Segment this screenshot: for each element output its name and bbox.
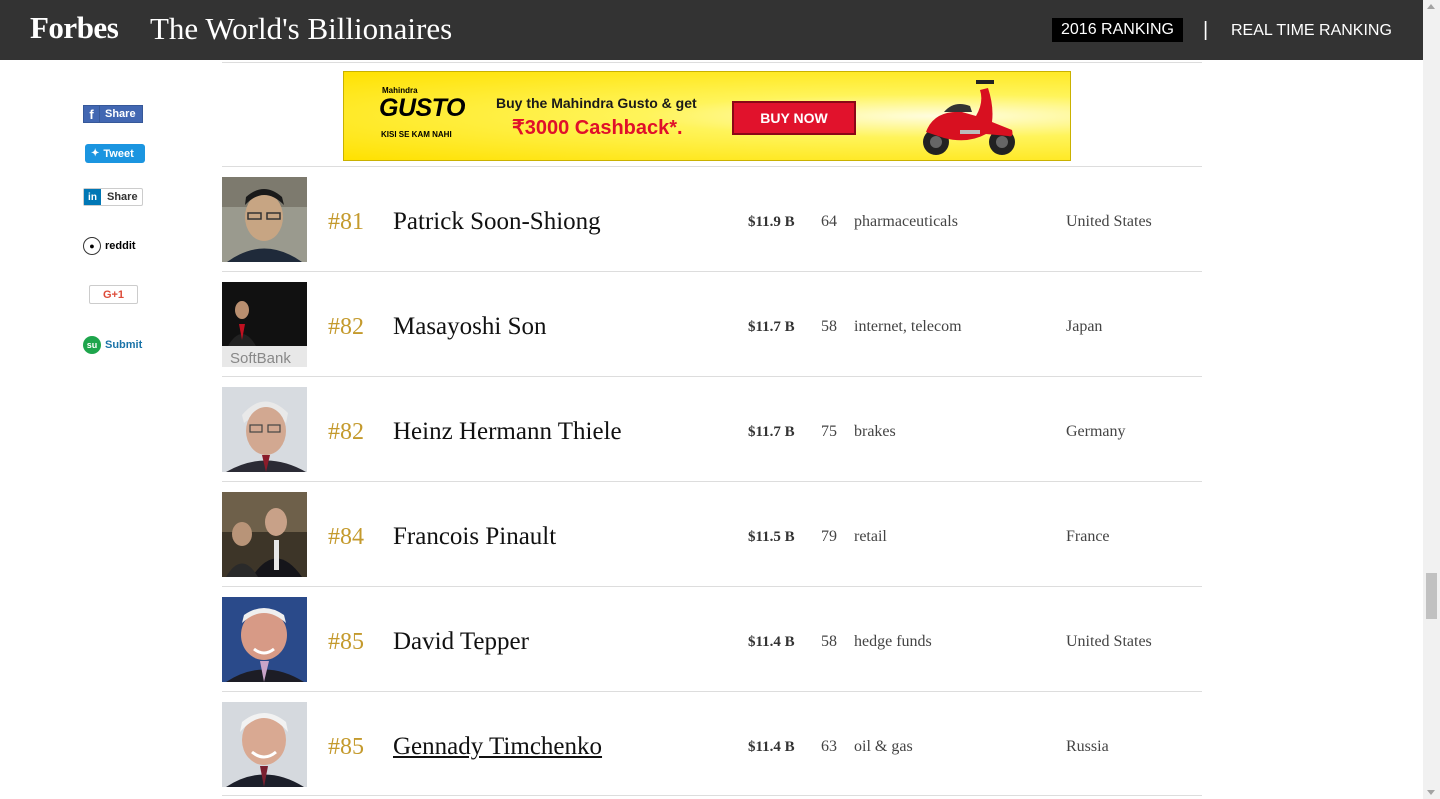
twitter-tweet-button[interactable]: ✦ Tweet: [85, 144, 145, 163]
stumbleupon-submit-button[interactable]: su Submit: [83, 335, 145, 355]
ad-cashback-offer: ₹3000 Cashback*.: [512, 117, 683, 139]
ad-banner[interactable]: Mahindra GUSTO KISI SE KAM NAHI Buy the …: [343, 71, 1071, 161]
age: 64: [821, 213, 837, 230]
divider: [222, 62, 1202, 63]
scooter-image: [923, 80, 1015, 155]
person-photo[interactable]: [222, 492, 307, 577]
net-worth: $11.4 B: [748, 739, 795, 755]
google-plus-button[interactable]: G+1: [89, 285, 138, 304]
top-header: Forbes The World's Billionaires 2016 RAN…: [0, 0, 1423, 60]
list-item[interactable]: #82 Heinz Hermann Thiele $11.7 B 75 brak…: [222, 376, 1202, 481]
person-name-link[interactable]: Masayoshi Son: [393, 313, 546, 341]
net-worth: $11.7 B: [748, 319, 795, 335]
age: 58: [821, 633, 837, 650]
linkedin-share-button[interactable]: in Share: [83, 188, 143, 206]
person-name-link[interactable]: Patrick Soon-Shiong: [393, 208, 601, 236]
rank: #84: [328, 524, 364, 550]
reddit-button[interactable]: ● reddit: [83, 236, 143, 256]
nav-separator: |: [1203, 19, 1209, 41]
list-item[interactable]: #85 David Tepper $11.4 B 58 hedge funds …: [222, 586, 1202, 691]
nav-2016-ranking[interactable]: 2016 RANKING: [1052, 18, 1183, 42]
rank: #81: [328, 209, 364, 235]
stumbleupon-label: Submit: [105, 339, 143, 351]
facebook-share-label: Share: [105, 108, 136, 120]
net-worth: $11.4 B: [748, 634, 795, 650]
net-worth: $11.5 B: [748, 529, 795, 545]
scrollbar-thumb[interactable]: [1426, 573, 1437, 619]
country: Russia: [1066, 738, 1109, 755]
person-photo[interactable]: [222, 387, 307, 472]
ad-tagline: KISI SE KAM NAHI: [381, 130, 452, 139]
wealth-source: oil & gas: [854, 738, 913, 755]
age: 79: [821, 528, 837, 545]
age: 58: [821, 318, 837, 335]
twitter-tweet-label: Tweet: [103, 147, 134, 160]
twitter-bird-icon: ✦: [91, 148, 100, 159]
country: Japan: [1066, 318, 1103, 335]
person-photo[interactable]: SoftBank: [222, 282, 307, 367]
reddit-label: reddit: [105, 240, 136, 252]
ad-headline: Buy the Mahindra Gusto & get: [496, 95, 697, 111]
ad-buy-now-button[interactable]: BUY NOW: [732, 101, 856, 135]
country: France: [1066, 528, 1110, 545]
person-name-link[interactable]: Heinz Hermann Thiele: [393, 418, 622, 446]
softbank-logo: SoftBank: [230, 350, 291, 367]
linkedin-icon: in: [84, 189, 101, 205]
country: United States: [1066, 213, 1152, 230]
wealth-source: hedge funds: [854, 633, 932, 650]
person-name-link[interactable]: Gennady Timchenko: [393, 733, 602, 761]
google-plus-label: G+1: [102, 288, 125, 301]
reddit-alien-icon: ●: [83, 237, 101, 255]
net-worth: $11.9 B: [748, 214, 795, 230]
billionaire-list: #81 Patrick Soon-Shiong $11.9 B 64 pharm…: [222, 166, 1202, 796]
rank: #85: [328, 734, 364, 760]
age: 75: [821, 423, 837, 440]
list-item[interactable]: #84 Francois Pinault $11.5 B 79 retail F…: [222, 481, 1202, 586]
forbes-logo[interactable]: Forbes: [30, 10, 119, 46]
scroll-up-arrow-icon[interactable]: [1427, 4, 1435, 9]
wealth-source: retail: [854, 528, 887, 545]
facebook-share-button[interactable]: f Share: [83, 105, 143, 123]
country: Germany: [1066, 423, 1126, 440]
list-item[interactable]: #81 Patrick Soon-Shiong $11.9 B 64 pharm…: [222, 166, 1202, 271]
facebook-icon: f: [84, 106, 100, 122]
person-photo[interactable]: [222, 177, 307, 262]
wealth-source: pharmaceuticals: [854, 213, 958, 230]
ad-brand-logo: GUSTO: [379, 94, 465, 122]
page-title: The World's Billionaires: [150, 11, 453, 46]
vertical-scrollbar[interactable]: [1423, 0, 1440, 799]
scroll-down-arrow-icon[interactable]: [1427, 790, 1435, 795]
wealth-source: internet, telecom: [854, 318, 962, 335]
person-name-link[interactable]: David Tepper: [393, 628, 529, 656]
person-photo[interactable]: [222, 597, 307, 682]
person-name-link[interactable]: Francois Pinault: [393, 523, 556, 551]
net-worth: $11.7 B: [748, 424, 795, 440]
rank: #82: [328, 314, 364, 340]
wealth-source: brakes: [854, 423, 896, 440]
rank: #85: [328, 629, 364, 655]
country: United States: [1066, 633, 1152, 650]
list-item[interactable]: SoftBank #82 Masayoshi Son $11.7 B 58 in…: [222, 271, 1202, 376]
list-item[interactable]: #85 Gennady Timchenko $11.4 B 63 oil & g…: [222, 691, 1202, 796]
linkedin-share-label: Share: [107, 191, 138, 203]
age: 63: [821, 738, 837, 755]
stumbleupon-icon: su: [83, 336, 101, 354]
person-photo[interactable]: [222, 702, 307, 787]
rank: #82: [328, 419, 364, 445]
nav-real-time-ranking[interactable]: REAL TIME RANKING: [1231, 18, 1392, 44]
